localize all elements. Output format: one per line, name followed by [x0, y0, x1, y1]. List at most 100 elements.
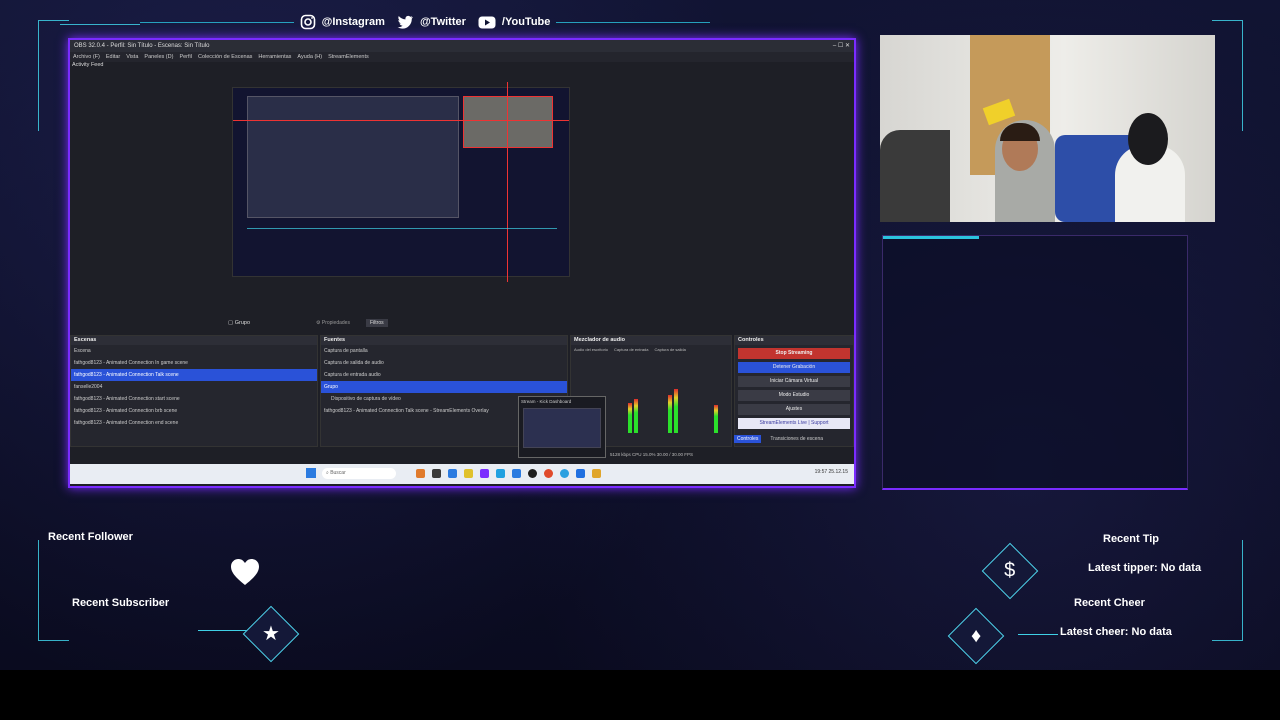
tab-transiciones[interactable]: Transiciones de escena — [767, 435, 826, 443]
meter-bar — [674, 389, 678, 433]
filters-button[interactable]: Filtros — [366, 319, 388, 327]
obs-window[interactable]: OBS 32.0.4 - Perfil: Sin Título - Escena… — [68, 38, 856, 488]
taskbar-folder-icon[interactable] — [464, 469, 473, 478]
twitter-label: @Twitter — [419, 16, 466, 28]
taskbar-app-icon[interactable] — [560, 469, 569, 478]
menu-vista[interactable]: Vista — [126, 52, 138, 62]
stop-streaming-button[interactable]: Stop Streaming — [738, 348, 850, 359]
twitter-handle: @Twitter — [397, 15, 466, 29]
chat-box-accent — [883, 236, 979, 239]
preview-screen-capture[interactable] — [247, 96, 459, 218]
social-bar: @Instagram @Twitter /YouTube — [140, 10, 711, 34]
preview-guide-horizontal — [233, 120, 569, 121]
controls-title: Controles — [735, 336, 853, 345]
meter-bar — [628, 403, 632, 433]
audio-meters[interactable] — [626, 385, 726, 433]
menu-coleccion-escenas[interactable]: Colección de Escenas — [198, 52, 252, 62]
taskbar-app-icon[interactable] — [432, 469, 441, 478]
taskbar-app-icon[interactable] — [512, 469, 521, 478]
obs-titlebar: OBS 32.0.4 - Perfil: Sin Título - Escena… — [70, 40, 854, 52]
menu-herramientas[interactable]: Herramientas — [258, 52, 291, 62]
menu-streamelements[interactable]: StreamElements — [328, 52, 369, 62]
mixer-channel-labels: Audio del escritorio Captura de entrada … — [571, 345, 731, 354]
preview-overlay-bottom — [247, 228, 557, 269]
scene-item[interactable]: fathgod8123 - Animated Connection brb sc… — [71, 405, 317, 417]
webcam-motorcycle — [880, 130, 950, 222]
scene-item-selected[interactable]: fathgod8123 - Animated Connection Talk s… — [71, 369, 317, 381]
menu-ayuda[interactable]: Ayuda (H) — [297, 52, 322, 62]
twitter-icon — [397, 15, 413, 29]
controls-panel: Controles Stop Streaming Detener Grabaci… — [734, 335, 854, 447]
frame-corner-bottom-left — [38, 540, 69, 641]
tab-controles[interactable]: Controles — [734, 435, 762, 443]
obs-preview-canvas[interactable] — [232, 82, 570, 282]
mixer-channel-output: Captura de salida — [654, 347, 686, 352]
recent-cheer-label: Recent Cheer — [1074, 597, 1145, 609]
scenes-panel: Escenas Escena fathgod8123 - Animated Co… — [70, 335, 318, 447]
latest-cheer-text: Latest cheer: No data — [1060, 626, 1172, 638]
taskbar-obs-icon[interactable] — [528, 469, 537, 478]
meter-bar — [634, 399, 638, 433]
menu-editar[interactable]: Editar — [106, 52, 120, 62]
preview-camera-source[interactable] — [463, 96, 553, 148]
taskbar-app-icon[interactable] — [480, 469, 489, 478]
scene-group-label: ▢ Grupo — [228, 320, 251, 326]
popup-title: Stream - Kick Dashboard — [521, 399, 572, 404]
frame-corner-top-right — [1212, 20, 1243, 131]
instagram-label: @Instagram — [321, 16, 385, 28]
taskbar-chrome-icon[interactable] — [544, 469, 553, 478]
menu-perfil[interactable]: Perfil — [179, 52, 192, 62]
streamelements-support-button[interactable]: StreamElements Live | Support — [738, 418, 850, 429]
taskbar-app-icon[interactable] — [416, 469, 425, 478]
obs-status-bar: 5128 kbps CPU 15.0% 30.00 / 30.00 FPS — [610, 452, 694, 457]
studio-mode-button[interactable]: Modo Estudio — [738, 390, 850, 401]
frame-corner-bottom-right — [1212, 540, 1243, 641]
taskbar-search-box[interactable]: ⌕ Buscar — [322, 468, 396, 479]
dollar-icon: $ — [1004, 560, 1016, 582]
meter-bar — [668, 395, 672, 433]
stop-recording-button[interactable]: Detener Grabación — [738, 362, 850, 373]
menu-paneles[interactable]: Paneles (D) — [144, 52, 173, 62]
social-divider-left — [140, 21, 294, 23]
youtube-handle: /YouTube — [478, 16, 550, 29]
activity-feed-dock-title[interactable]: Activity Feed — [72, 62, 103, 68]
source-item[interactable]: Captura de entrada audio — [321, 369, 567, 381]
scene-item[interactable]: fathgod8123 - Animated Connection end sc… — [71, 417, 317, 429]
settings-button[interactable]: Ajustes — [738, 404, 850, 415]
instagram-icon — [300, 14, 315, 30]
source-item[interactable]: Captura de pantalla — [321, 345, 567, 357]
taskbar-steam-icon[interactable] — [576, 469, 585, 478]
properties-button[interactable]: ⚙ Propiedades — [316, 320, 350, 326]
scenes-panel-title: Escenas — [71, 336, 317, 345]
filters-text: Filtros — [370, 320, 384, 326]
taskbar-app-icon[interactable] — [592, 469, 601, 478]
virtual-camera-button[interactable]: Iniciar Cámara Virtual — [738, 376, 850, 387]
youtube-icon — [478, 16, 496, 28]
windows-taskbar: ⌕ Buscar 19:57 25.12.15 — [70, 464, 854, 484]
mixer-channel-desktop: Audio del escritorio — [574, 347, 609, 352]
kick-dashboard-thumbnail[interactable]: Stream - Kick Dashboard — [518, 396, 606, 458]
chat-box-frame — [882, 235, 1188, 490]
windows-start-icon[interactable] — [306, 468, 316, 478]
scene-item[interactable]: fanselle2004 — [71, 381, 317, 393]
webcam-person-right-balaclava — [1128, 113, 1168, 165]
recent-tip-label: Recent Tip — [1103, 533, 1160, 545]
frame-corner-top-left — [38, 20, 69, 131]
taskbar-edge-icon[interactable] — [496, 469, 505, 478]
window-controls[interactable]: – ☐ ✕ — [833, 40, 854, 52]
mixer-channel-input: Captura de entrada — [614, 347, 649, 352]
subscriber-line — [198, 630, 248, 631]
scene-item[interactable]: fathgod8123 - Animated Connection In gam… — [71, 357, 317, 369]
heart-icon — [230, 558, 260, 591]
obs-menubar: Archivo (F) Editar Vista Paneles (D) Per… — [70, 52, 854, 62]
scene-item[interactable]: Escena — [71, 345, 317, 357]
instagram-handle: @Instagram — [300, 14, 385, 30]
bottom-black-band — [0, 670, 1280, 720]
source-item[interactable]: Captura de salida de audio — [321, 357, 567, 369]
audio-mixer-title: Mezclador de audio — [571, 336, 731, 345]
source-item-selected[interactable]: Grupo — [321, 381, 567, 393]
taskbar-app-icon[interactable] — [448, 469, 457, 478]
cheer-line — [1018, 634, 1058, 635]
scene-item[interactable]: fathgod8123 - Animated Connection start … — [71, 393, 317, 405]
menu-archivo[interactable]: Archivo (F) — [73, 52, 100, 62]
